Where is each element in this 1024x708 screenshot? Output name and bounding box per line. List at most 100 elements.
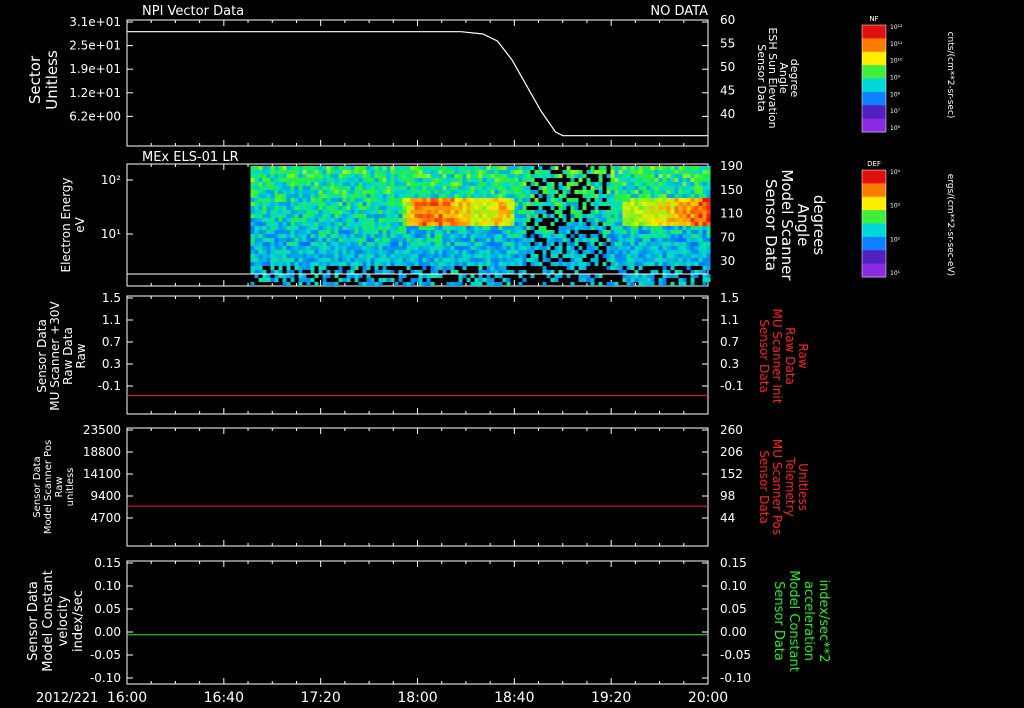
heatmap-cell	[430, 178, 435, 182]
heatmap-cell	[706, 170, 711, 174]
heatmap-cell	[314, 242, 319, 246]
heatmap-cell	[562, 226, 567, 230]
heatmap-cell	[390, 170, 395, 174]
heatmap-cell	[674, 186, 679, 190]
panel-4-ylabel-right-4: Unitless	[796, 463, 810, 511]
heatmap-cell	[662, 242, 667, 246]
heatmap-cell	[610, 174, 615, 178]
heatmap-cell	[650, 274, 655, 278]
heatmap-cell	[454, 186, 459, 190]
heatmap-cell	[486, 182, 491, 186]
heatmap-cell	[562, 190, 567, 194]
heatmap-cell	[426, 278, 431, 282]
heatmap-cell	[490, 254, 495, 258]
panel-5-ylabel-left-2: Model Constant	[41, 570, 56, 672]
heatmap-cell	[470, 222, 475, 226]
heatmap-cell	[702, 214, 707, 218]
heatmap-cell	[618, 230, 623, 234]
heatmap-cell	[366, 214, 371, 218]
heatmap-cell	[626, 178, 631, 182]
heatmap-cell	[514, 238, 519, 242]
heatmap-cell	[262, 234, 267, 238]
colorbar-swatch	[862, 223, 886, 238]
heatmap-cell	[462, 194, 467, 198]
heatmap-cell	[698, 234, 703, 238]
heatmap-cell	[330, 222, 335, 226]
heatmap-cell	[654, 198, 659, 202]
heatmap-cell	[430, 254, 435, 258]
heatmap-cell	[434, 238, 439, 242]
heatmap-cell	[654, 230, 659, 234]
heatmap-cell	[670, 170, 675, 174]
heatmap-cell	[442, 210, 447, 214]
heatmap-cell	[686, 190, 691, 194]
heatmap-cell	[422, 230, 427, 234]
heatmap-cell	[534, 218, 539, 222]
heatmap-cell	[370, 170, 375, 174]
heatmap-cell	[362, 166, 367, 170]
heatmap-cell	[502, 246, 507, 250]
heatmap-cell	[614, 174, 619, 178]
heatmap-cell	[658, 254, 663, 258]
heatmap-cell	[566, 190, 571, 194]
heatmap-cell	[494, 190, 499, 194]
heatmap-cell	[422, 182, 427, 186]
heatmap-cell	[650, 234, 655, 238]
heatmap-cell	[646, 274, 651, 278]
heatmap-cell	[318, 238, 323, 242]
heatmap-cell	[578, 262, 583, 266]
heatmap-cell	[390, 270, 395, 274]
heatmap-cell	[258, 206, 263, 210]
heatmap-cell	[266, 226, 271, 230]
heatmap-cell	[374, 226, 379, 230]
heatmap-cell	[302, 222, 307, 226]
heatmap-cell	[530, 226, 535, 230]
heatmap-cell	[322, 194, 327, 198]
heatmap-cell	[398, 246, 403, 250]
heatmap-cell	[322, 190, 327, 194]
heatmap-cell	[522, 230, 527, 234]
heatmap-cell	[438, 234, 443, 238]
heatmap-cell	[378, 218, 383, 222]
heatmap-cell	[342, 242, 347, 246]
heatmap-cell	[462, 234, 467, 238]
heatmap-cell	[306, 258, 311, 262]
heatmap-cell	[702, 278, 707, 282]
heatmap-cell	[294, 174, 299, 178]
heatmap-cell	[330, 198, 335, 202]
heatmap-cell	[562, 262, 567, 266]
heatmap-cell	[498, 174, 503, 178]
heatmap-cell	[514, 262, 519, 266]
heatmap-cell	[510, 174, 515, 178]
heatmap-cell	[366, 170, 371, 174]
panel-3-ylabel-left-1: Sensor Data	[35, 319, 49, 393]
heatmap-cell	[322, 242, 327, 246]
heatmap-cell	[250, 234, 255, 238]
heatmap-cell	[354, 194, 359, 198]
heatmap-cell	[422, 266, 427, 270]
heatmap-cell	[458, 170, 463, 174]
heatmap-cell	[278, 262, 283, 266]
heatmap-cell	[626, 250, 631, 254]
heatmap-cell	[270, 222, 275, 226]
heatmap-cell	[638, 246, 643, 250]
heatmap-cell	[470, 198, 475, 202]
heatmap-cell	[498, 254, 503, 258]
heatmap-cell	[350, 258, 355, 262]
heatmap-cell	[490, 174, 495, 178]
heatmap-cell	[294, 198, 299, 202]
heatmap-cell	[414, 222, 419, 226]
heatmap-cell	[374, 254, 379, 258]
heatmap-cell	[426, 178, 431, 182]
heatmap-cell	[378, 270, 383, 274]
heatmap-cell	[690, 198, 695, 202]
y-tick-label-right: 190	[720, 159, 743, 173]
heatmap-cell	[370, 238, 375, 242]
heatmap-cell	[326, 282, 331, 286]
heatmap-cell	[510, 246, 515, 250]
heatmap-cell	[434, 186, 439, 190]
y-tick-label-right: 0.15	[720, 556, 747, 570]
heatmap-cell	[698, 194, 703, 198]
heatmap-cell	[538, 230, 543, 234]
heatmap-cell	[662, 198, 667, 202]
